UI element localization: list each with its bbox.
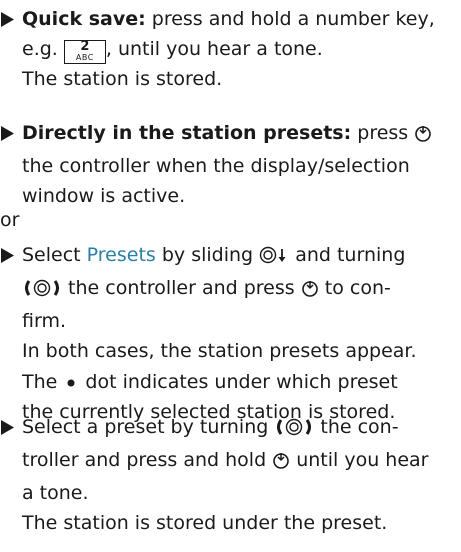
number-key-2-icon: 2 ABC (63, 39, 106, 64)
quick-save-text: press and hold a number key, (145, 8, 435, 30)
example-suffix: , until you hear a tone. (105, 38, 323, 60)
tone-text: a tone. (22, 482, 89, 504)
select-prefix: Select (22, 244, 87, 266)
or-separator: or (0, 205, 461, 235)
key-letters: ABC (75, 53, 94, 62)
controller-press-icon (301, 276, 319, 306)
step-direct-presets: Directly in the station presets: press t… (0, 118, 461, 211)
dot-explanation: dot indicates under which preset (79, 371, 398, 393)
example-prefix: e.g. (22, 38, 64, 60)
manual-page: Quick save: press and hold a number key,… (0, 0, 461, 552)
controller-text: the controller and press (62, 277, 295, 299)
turning-text: and turning (289, 244, 406, 266)
controller-slide-down-icon (259, 243, 289, 273)
hear-text: until you hear (290, 449, 429, 471)
step-select-preset: Select a preset by turning the con- trol… (0, 412, 461, 538)
preset-dot-icon (63, 366, 79, 396)
confirm-end: firm. (22, 310, 66, 332)
preset-stored-result: The station is stored under the preset. (22, 512, 388, 534)
or-text: or (0, 209, 20, 231)
quick-save-result: The station is stored. (22, 68, 223, 90)
direct-presets-text: press (351, 122, 409, 144)
key-number: 2 (80, 39, 90, 54)
presets-appear-text: In both cases, the station presets appea… (22, 340, 417, 362)
select-preset-con: the con- (314, 416, 399, 438)
controller-turn-icon (22, 276, 62, 306)
controller-press-icon (272, 448, 290, 478)
controller-turn-icon (274, 415, 314, 445)
press-hold-text: troller and press and hold (22, 449, 267, 471)
bullet-triangle-icon (1, 240, 17, 270)
step-select-presets: Select Presets by sliding and turning th… (0, 240, 461, 427)
step-quick-save: Quick save: press and hold a number key,… (0, 4, 461, 94)
direct-presets-label: Directly in the station presets: (22, 122, 352, 144)
presets-menu-term: Presets (86, 244, 156, 266)
select-preset-text: Select a preset by turning (22, 416, 269, 438)
quick-save-label: Quick save: (22, 8, 146, 30)
bullet-triangle-icon (1, 4, 17, 34)
dot-prefix: The (22, 371, 64, 393)
direct-presets-line2: the controller when the display/selectio… (22, 155, 410, 177)
bullet-triangle-icon (1, 412, 17, 442)
bullet-triangle-icon (1, 118, 17, 148)
controller-press-icon (414, 121, 432, 151)
sliding-text: by sliding (155, 244, 254, 266)
confirm-text: to con- (318, 277, 391, 299)
